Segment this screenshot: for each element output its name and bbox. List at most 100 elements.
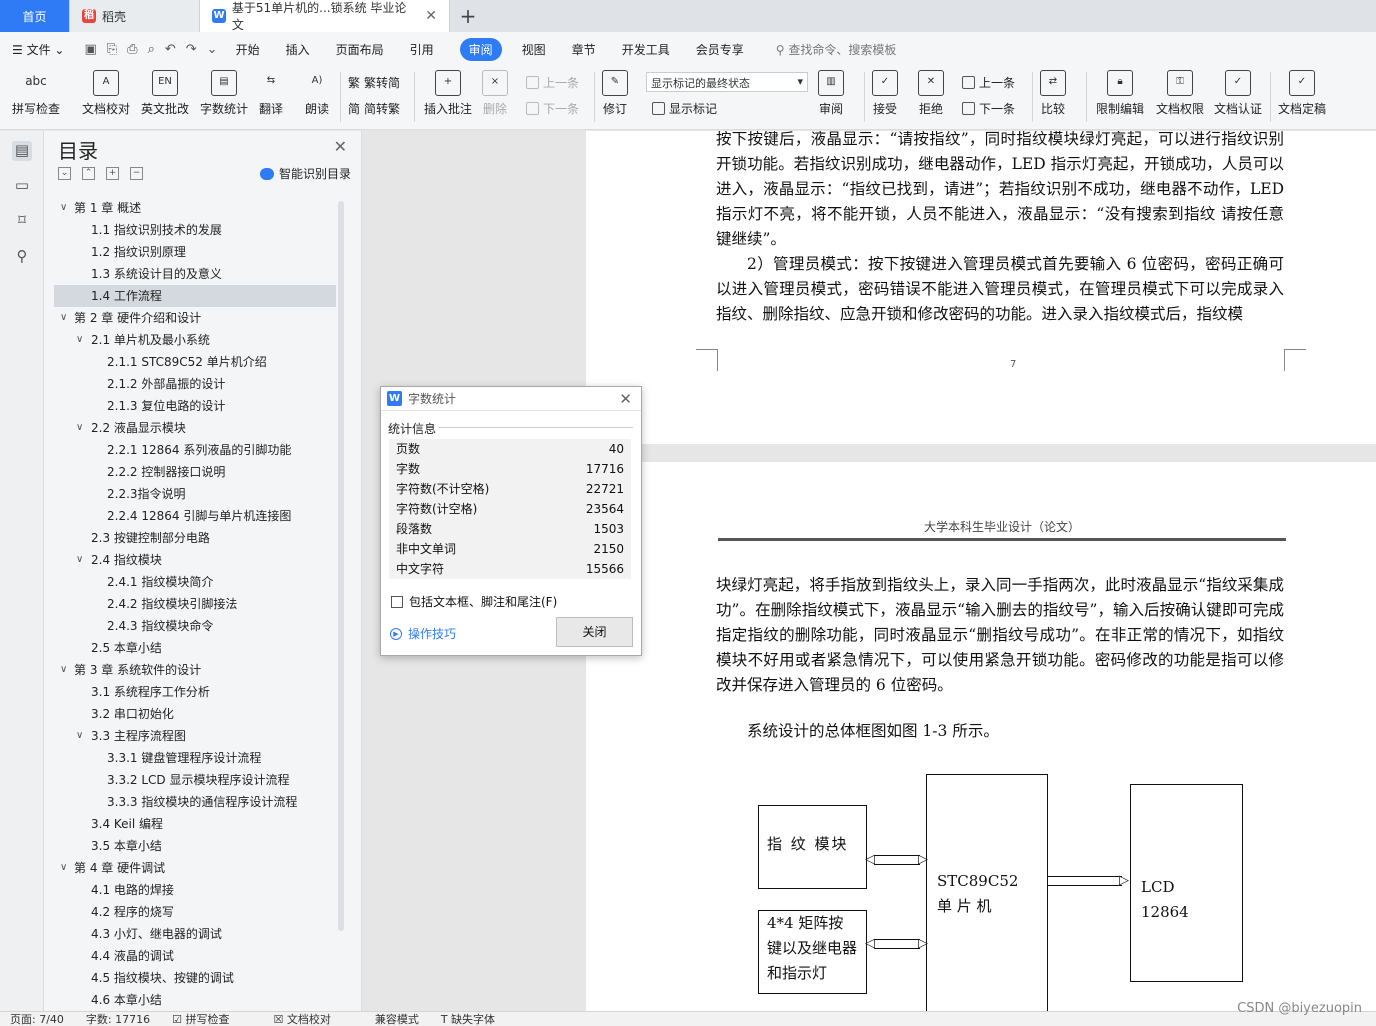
menu-view[interactable]: 视图: [522, 41, 546, 58]
tab-document[interactable]: W 基于51单片机的...锁系统 毕业论文 ✕: [200, 0, 450, 32]
menu-member[interactable]: 会员专享: [696, 41, 744, 58]
toc-item[interactable]: 2.2.2 控制器接口说明: [54, 461, 336, 483]
preview-icon[interactable]: ⌕: [148, 42, 155, 57]
review-pane-button[interactable]: ▥ 审阅: [818, 70, 844, 117]
dialog-titlebar[interactable]: W 字数统计: [381, 387, 641, 411]
word-count-button[interactable]: ▤ 字数统计: [200, 70, 248, 117]
toc-panel-icon[interactable]: ▤: [12, 141, 32, 161]
chevron-down-icon[interactable]: ∨: [60, 197, 67, 219]
toc-item[interactable]: ∨ 2.4 指纹模块: [54, 549, 336, 571]
doc-final-button[interactable]: ✓ 文档定稿: [1278, 70, 1326, 117]
restrict-edit-button[interactable]: 🔒︎ 限制编辑: [1096, 70, 1144, 117]
next-change-button[interactable]: 下一条: [962, 100, 1015, 117]
toc-item[interactable]: 2.4.1 指纹模块简介: [54, 571, 336, 593]
toc-item[interactable]: ∨ 第 3 章 系统软件的设计: [54, 659, 336, 681]
undo-icon[interactable]: ↶: [165, 42, 176, 57]
toc-item[interactable]: 3.3.1 键盘管理程序设计流程: [54, 747, 336, 769]
toc-item[interactable]: ∨ 第 4 章 硬件调试: [54, 857, 336, 879]
delete-comment-button[interactable]: × 删除: [482, 70, 508, 117]
reject-button[interactable]: ✕ 拒绝: [918, 70, 944, 117]
chapter-nav-icon[interactable]: ▭: [12, 176, 32, 196]
toc-item[interactable]: 3.3.3 指纹模块的通信程序设计流程: [54, 791, 336, 813]
simp-to-trad-button[interactable]: 简简转繁: [348, 100, 400, 117]
toc-item[interactable]: ∨ 2.1 单片机及最小系统: [54, 329, 336, 351]
toc-item[interactable]: 2.2.3指令说明: [54, 483, 336, 505]
export-icon[interactable]: ⎘: [107, 42, 117, 57]
close-button[interactable]: 关闭: [556, 617, 633, 647]
track-changes-button[interactable]: ✎ 修订: [602, 70, 628, 117]
toc-item[interactable]: 4.4 液晶的调试: [54, 945, 336, 967]
bookmark-icon[interactable]: ⌑: [12, 211, 32, 231]
toc-item[interactable]: 1.3 系统设计目的及意义: [54, 263, 336, 285]
menu-chapter[interactable]: 章节: [572, 41, 596, 58]
word-indicator[interactable]: 字数: 17716: [86, 1012, 150, 1026]
toc-item[interactable]: 1.2 指纹识别原理: [54, 241, 336, 263]
toc-item[interactable]: 1.1 指纹识别技术的发展: [54, 219, 336, 241]
menu-devtools[interactable]: 开发工具: [622, 41, 670, 58]
toc-scrollbar[interactable]: [338, 201, 344, 931]
menu-reference[interactable]: 引用: [410, 41, 434, 58]
translate-button[interactable]: ⇆ 翻译: [258, 70, 284, 117]
include-footnotes-checkbox[interactable]: 包括文本框、脚注和尾注(F): [391, 593, 557, 610]
tips-link[interactable]: ▶ 操作技巧: [390, 625, 456, 642]
toc-item[interactable]: ∨ 2.2 液晶显示模块: [54, 417, 336, 439]
toc-item[interactable]: 1.4 工作流程: [54, 285, 336, 307]
spell-check-button[interactable]: abc 拼写检查: [12, 70, 60, 117]
toc-item[interactable]: 2.3 按键控制部分电路: [54, 527, 336, 549]
compare-button[interactable]: ⇄ 比较: [1040, 70, 1066, 117]
toc-item[interactable]: 2.4.2 指纹模块引脚接法: [54, 593, 336, 615]
tab-home[interactable]: 首页: [0, 0, 70, 32]
chevron-down-icon[interactable]: ∨: [76, 329, 83, 351]
doc-auth-button[interactable]: ✓ 文档认证: [1214, 70, 1262, 117]
markup-state-select[interactable]: 显示标记的最终状态 ▾: [646, 72, 808, 92]
expand-icon[interactable]: ⌃: [82, 167, 95, 180]
chevron-down-icon[interactable]: ∨: [60, 659, 67, 681]
toc-item[interactable]: 2.1.1 STC89C52 单片机介绍: [54, 351, 336, 373]
toc-item[interactable]: 2.2.4 12864 引脚与单片机连接图: [54, 505, 336, 527]
new-tab-icon[interactable]: +: [450, 0, 486, 32]
collapse-icon[interactable]: ⌄: [58, 167, 71, 180]
toc-item[interactable]: 2.5 本章小结: [54, 637, 336, 659]
toc-item[interactable]: 4.2 程序的烧写: [54, 901, 336, 923]
menu-start[interactable]: 开始: [236, 41, 260, 58]
toc-item[interactable]: 2.1.2 外部晶振的设计: [54, 373, 336, 395]
toc-item[interactable]: 4.3 小灯、继电器的调试: [54, 923, 336, 945]
spell-check-status[interactable]: ☑ 拼写检查: [172, 1012, 251, 1026]
toc-item[interactable]: ∨ 第 1 章 概述: [54, 197, 336, 219]
prev-change-button[interactable]: 上一条: [962, 74, 1015, 91]
chevron-down-icon[interactable]: ∨: [76, 725, 83, 747]
toc-item[interactable]: 2.4.3 指纹模块命令: [54, 615, 336, 637]
proof-status[interactable]: ☒ 文档校对: [273, 1012, 352, 1026]
search-icon[interactable]: ⚲: [12, 247, 32, 267]
doc-rights-button[interactable]: ⚿ 文档权限: [1156, 70, 1204, 117]
menu-review[interactable]: 审阅: [459, 37, 502, 61]
menu-insert[interactable]: 插入: [286, 41, 310, 58]
toc-item[interactable]: 4.1 电路的焊接: [54, 879, 336, 901]
more-icon[interactable]: ⌄: [207, 42, 218, 57]
english-correction-button[interactable]: EN 英文批改: [141, 70, 189, 117]
toc-item[interactable]: 3.5 本章小结: [54, 835, 336, 857]
chevron-down-icon[interactable]: ∨: [60, 307, 67, 329]
smart-toc-button[interactable]: 智能识别目录: [259, 165, 351, 182]
missing-font[interactable]: T 缺失字体: [441, 1012, 517, 1026]
toc-item[interactable]: 4.6 本章小结: [54, 989, 336, 1009]
show-markup-button[interactable]: 显示标记: [652, 100, 717, 117]
doc-proof-button[interactable]: A 文档校对: [82, 70, 130, 117]
next-comment-button[interactable]: 下一条: [526, 100, 579, 117]
toc-item[interactable]: 2.1.3 复位电路的设计: [54, 395, 336, 417]
menu-file[interactable]: ☰ 文件 ⌄: [12, 41, 64, 58]
chevron-down-icon[interactable]: ∨: [76, 417, 83, 439]
toc-item[interactable]: 3.2 串口初始化: [54, 703, 336, 725]
toc-item[interactable]: 3.3.2 LCD 显示模块程序设计流程: [54, 769, 336, 791]
toc-item[interactable]: 3.4 Keil 编程: [54, 813, 336, 835]
close-icon[interactable]: ✕: [334, 137, 347, 156]
tab-daoke[interactable]: 稻稻壳: [70, 0, 200, 32]
toc-item[interactable]: 4.5 指纹模块、按键的调试: [54, 967, 336, 989]
trad-to-simp-button[interactable]: 繁繁转简: [348, 74, 400, 91]
accept-button[interactable]: ✓ 接受: [872, 70, 898, 117]
remove-heading-icon[interactable]: −: [130, 167, 143, 180]
print-icon[interactable]: ⎙: [127, 42, 137, 57]
close-icon[interactable]: ✕: [425, 8, 437, 24]
command-search[interactable]: ⚲ 查找命令、搜索模板: [776, 41, 897, 58]
close-icon[interactable]: ✕: [619, 390, 632, 408]
